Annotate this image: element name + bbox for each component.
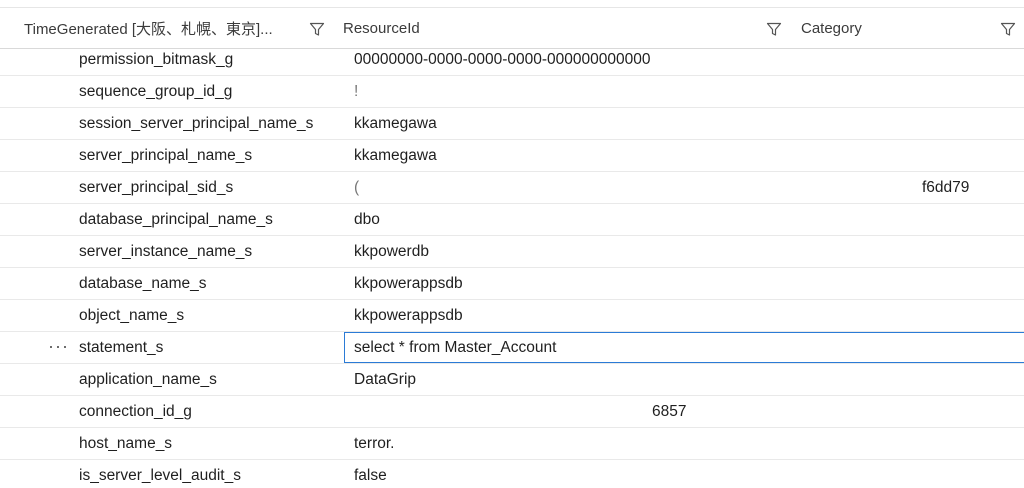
- table-row[interactable]: server_principal_sid_s ( f6dd79: [0, 172, 1024, 204]
- field-name: object_name_s: [79, 307, 185, 324]
- field-value: kkpowerappsdb: [354, 275, 463, 292]
- field-name: host_name_s: [79, 435, 173, 452]
- field-value: terror.: [354, 435, 395, 452]
- table-row-selected[interactable]: ··· statement_s select * from Master_Acc…: [0, 332, 1024, 364]
- column-header-label: Category: [801, 19, 862, 37]
- expanded-record-rows: permission_bitmask_g 00000000-0000-0000-…: [0, 44, 1024, 488]
- results-grid: TimeGenerated [大阪、札幌、東京]... ResourceId C…: [0, 0, 1024, 488]
- table-row[interactable]: is_server_level_audit_s false: [0, 460, 1024, 488]
- field-name: session_server_principal_name_s: [79, 115, 314, 132]
- filter-icon[interactable]: [766, 21, 782, 37]
- field-name: server_principal_name_s: [79, 147, 253, 164]
- column-header-timegenerated[interactable]: TimeGenerated [大阪、札幌、東京]...: [24, 8, 273, 48]
- field-value: kkamegawa: [354, 115, 437, 132]
- table-row[interactable]: connection_id_g 6857: [0, 396, 1024, 428]
- field-value: dbo: [354, 211, 380, 228]
- field-value: (: [354, 179, 360, 196]
- filter-icon[interactable]: [309, 21, 325, 37]
- table-row[interactable]: server_instance_name_s kkpowerdb: [0, 236, 1024, 268]
- table-row[interactable]: server_principal_name_s kkamegawa: [0, 140, 1024, 172]
- field-value: kkamegawa: [354, 147, 437, 164]
- field-value: select * from Master_Account: [354, 339, 557, 356]
- field-name: sequence_group_id_g: [79, 83, 233, 100]
- field-name: server_instance_name_s: [79, 243, 253, 260]
- field-name: database_principal_name_s: [79, 211, 273, 228]
- column-header-label: TimeGenerated [大阪、札幌、東京]...: [24, 20, 273, 38]
- column-header-resourceid[interactable]: ResourceId: [343, 8, 420, 48]
- field-value: !: [354, 83, 359, 100]
- table-row[interactable]: sequence_group_id_g !: [0, 76, 1024, 108]
- filter-icon[interactable]: [1000, 21, 1016, 37]
- field-name: connection_id_g: [79, 403, 192, 420]
- field-name: application_name_s: [79, 371, 217, 388]
- field-name: database_name_s: [79, 275, 207, 292]
- field-name: permission_bitmask_g: [79, 51, 234, 68]
- table-row[interactable]: host_name_s terror.: [0, 428, 1024, 460]
- table-row[interactable]: permission_bitmask_g 00000000-0000-0000-…: [0, 44, 1024, 76]
- field-value: false: [354, 467, 387, 484]
- field-name: statement_s: [79, 339, 164, 356]
- field-value-tail: f6dd79: [922, 179, 970, 196]
- column-header-label: ResourceId: [343, 19, 420, 37]
- column-header-category[interactable]: Category: [801, 8, 862, 48]
- field-value: 00000000-0000-0000-0000-000000000000: [354, 51, 651, 68]
- table-row[interactable]: object_name_s kkpowerappsdb: [0, 300, 1024, 332]
- table-row[interactable]: database_principal_name_s dbo: [0, 204, 1024, 236]
- field-name: server_principal_sid_s: [79, 179, 234, 196]
- field-value: 6857: [652, 403, 687, 420]
- more-actions-icon[interactable]: ···: [48, 332, 69, 363]
- table-row[interactable]: application_name_s DataGrip: [0, 364, 1024, 396]
- grid-header: TimeGenerated [大阪、札幌、東京]... ResourceId C…: [0, 8, 1024, 49]
- field-name: is_server_level_audit_s: [79, 467, 241, 484]
- field-value: DataGrip: [354, 371, 417, 388]
- field-value: kkpowerappsdb: [354, 307, 463, 324]
- field-value: kkpowerdb: [354, 243, 429, 260]
- table-row[interactable]: database_name_s kkpowerappsdb: [0, 268, 1024, 300]
- table-row[interactable]: session_server_principal_name_s kkamegaw…: [0, 108, 1024, 140]
